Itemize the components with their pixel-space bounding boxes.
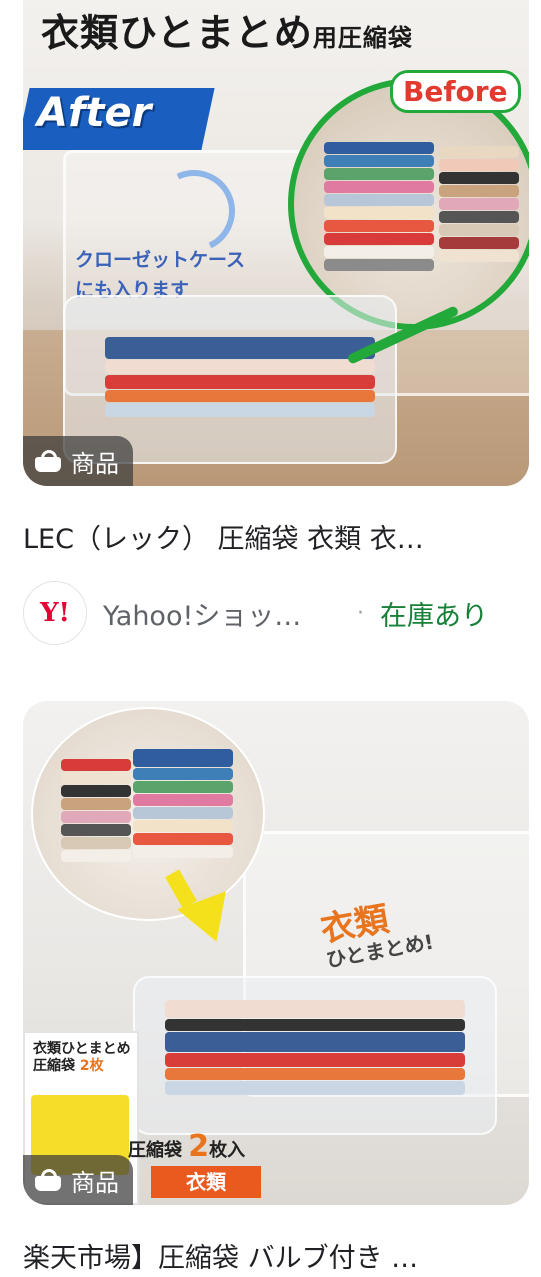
clothes-stack	[439, 146, 519, 263]
product-image[interactable]: 衣類 ひとまとめ! 衣類ひとまとめ 圧縮袋 2枚 圧縮袋 2枚入 衣類 商品	[23, 701, 529, 1205]
product-chip: 商品	[23, 436, 133, 486]
product-chip: 商品	[23, 1155, 133, 1205]
chip-label: 商品	[71, 449, 119, 478]
package-count-badge: 圧縮袋 2枚入	[128, 1129, 246, 1164]
result-card-1[interactable]: 衣類ひとまとめ用圧縮袋 After クローゼットケース にも入ります Befor…	[23, 0, 529, 645]
before-label: Before	[390, 70, 521, 113]
source-row[interactable]: Y! Yahoo!ショッ… · 在庫あり	[23, 581, 529, 645]
compressed-bag	[133, 976, 497, 1135]
store-name: Yahoo!ショッ…	[103, 600, 302, 632]
after-label: After	[37, 90, 152, 136]
shopping-bag-icon	[35, 450, 61, 472]
yahoo-logo-icon: Y!	[23, 581, 87, 645]
clothes-stack	[133, 749, 233, 859]
chip-label: 商品	[71, 1168, 119, 1197]
shopping-bag-icon	[35, 1169, 61, 1191]
result-card-2[interactable]: 衣類 ひとまとめ! 衣類ひとまとめ 圧縮袋 2枚 圧縮袋 2枚入 衣類 商品 楽…	[23, 701, 529, 1274]
category-bar: 衣類	[151, 1166, 261, 1198]
clothes-stack	[324, 142, 434, 272]
before-circle	[31, 707, 265, 921]
clothes-stack	[61, 759, 131, 863]
separator: ·	[357, 600, 364, 626]
stock-status: 在庫あり	[380, 600, 488, 632]
image-headline: 衣類ひとまとめ用圧縮袋	[41, 11, 413, 55]
result-title[interactable]: 楽天市場】圧縮袋 バルブ付き …	[23, 1236, 529, 1275]
before-circle	[288, 78, 529, 330]
result-title[interactable]: LEC（レック） 圧縮袋 衣類 衣…	[23, 517, 529, 556]
product-image[interactable]: 衣類ひとまとめ用圧縮袋 After クローゼットケース にも入ります Befor…	[23, 0, 529, 486]
